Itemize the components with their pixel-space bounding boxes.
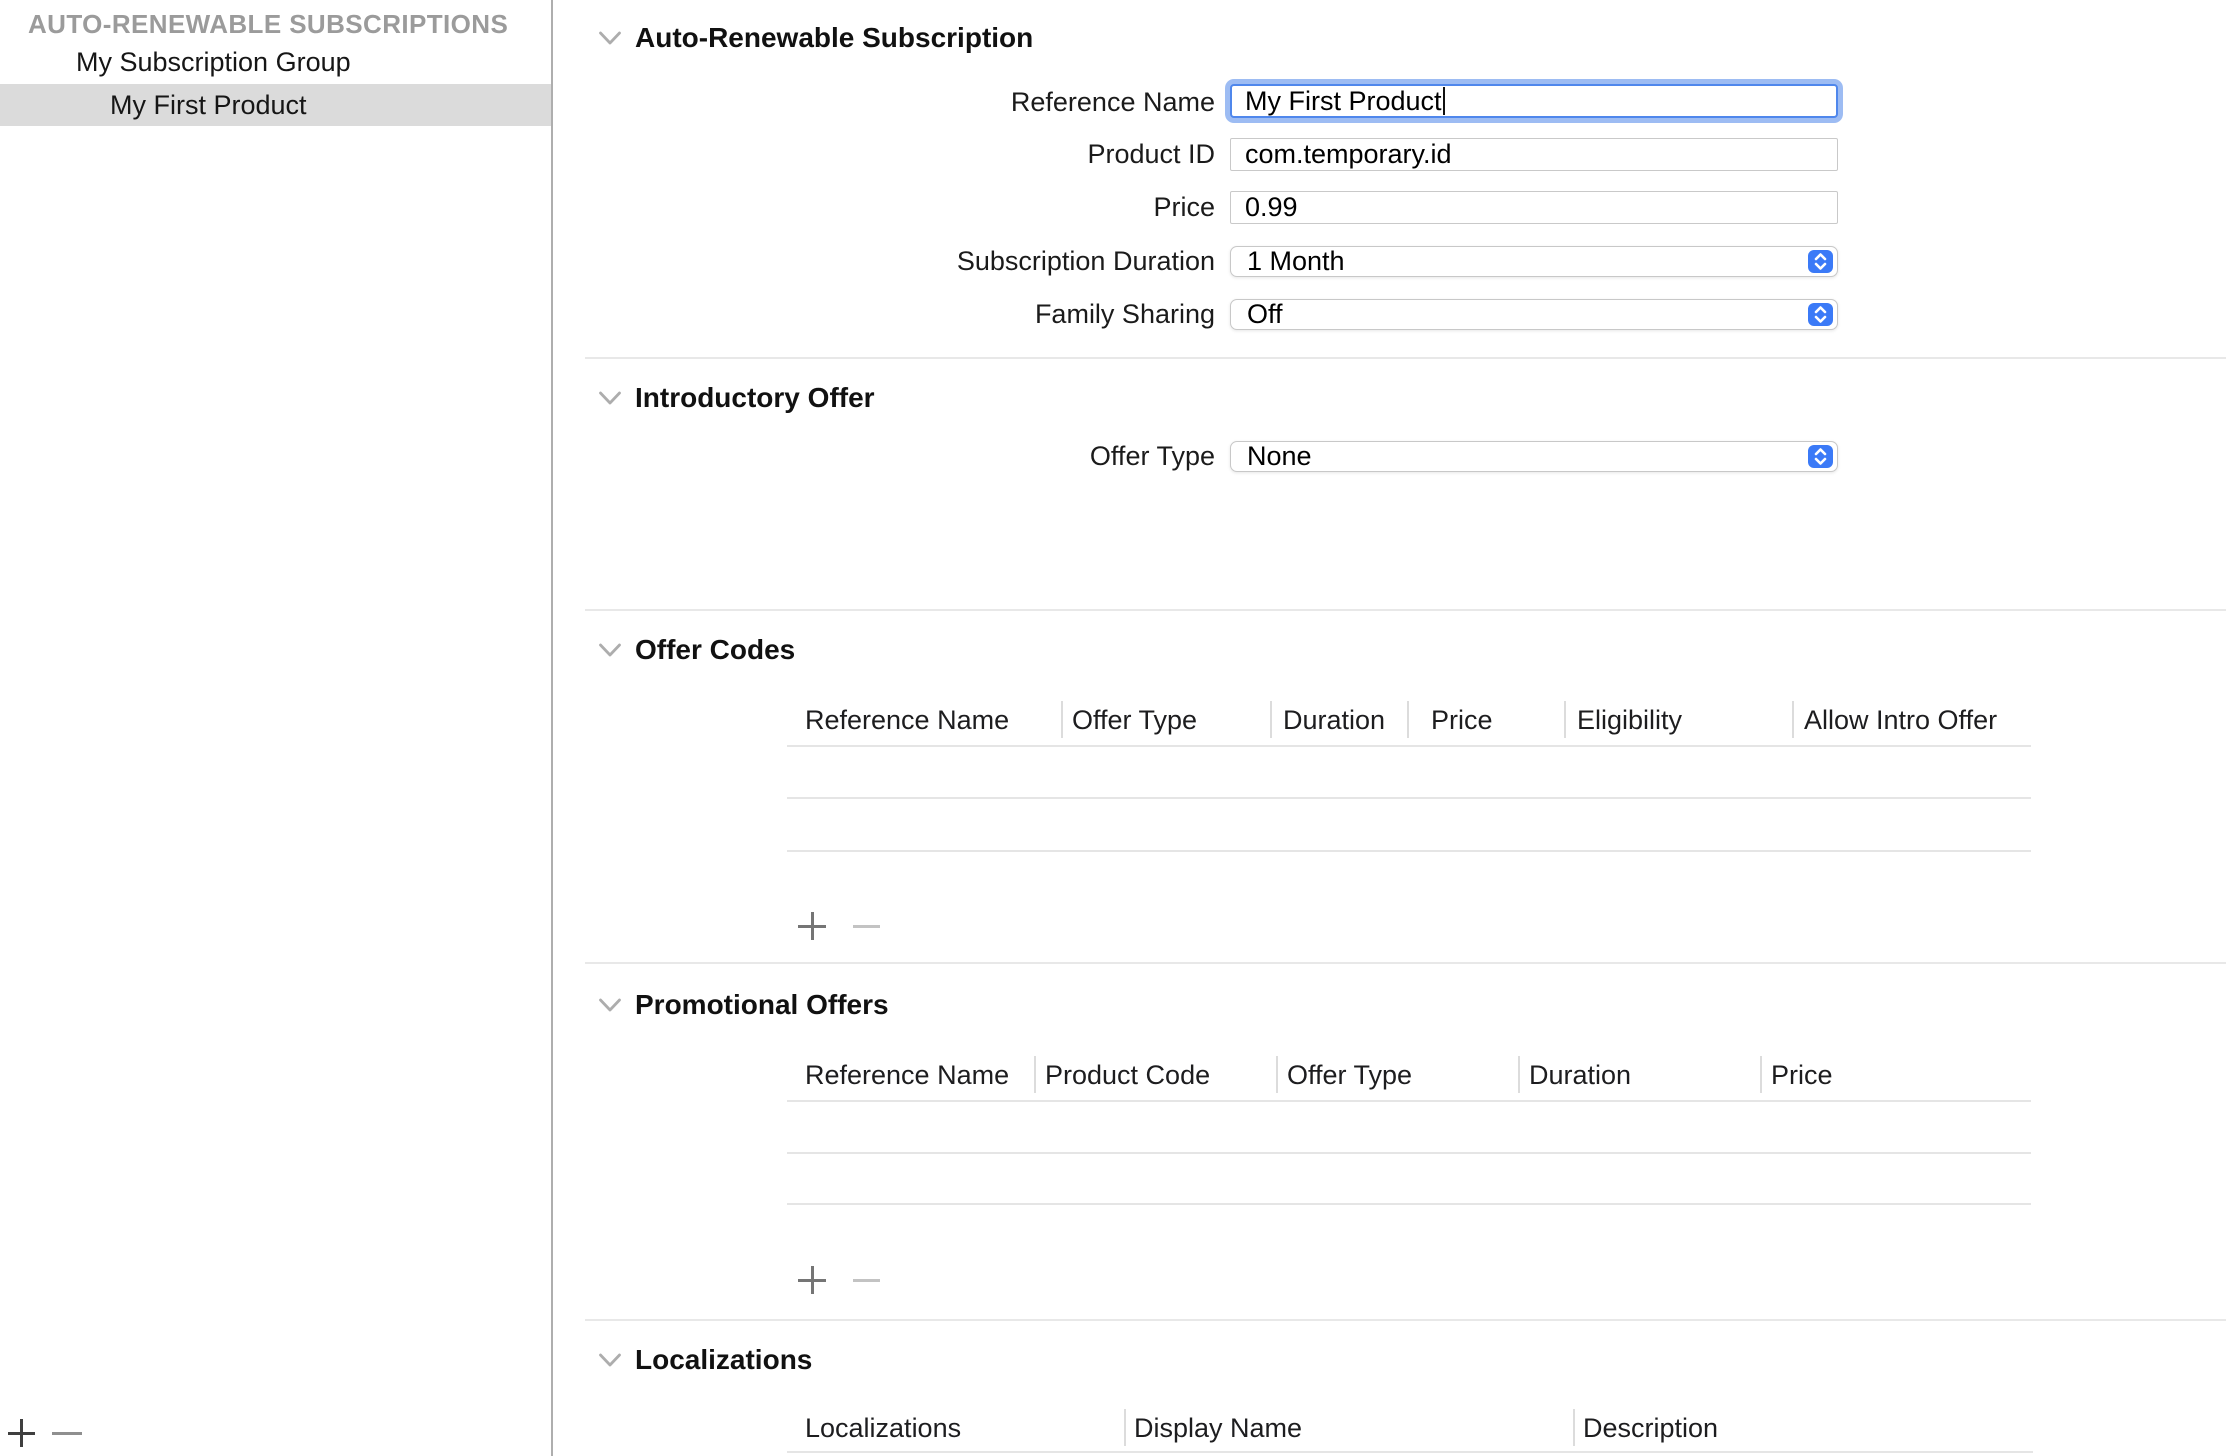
section-title: Promotional Offers [635, 989, 889, 1021]
column-separator[interactable] [1407, 701, 1409, 738]
column-header[interactable]: Reference Name [805, 702, 1009, 738]
field-label-family-sharing: Family Sharing [555, 299, 1215, 330]
section-divider [585, 1319, 2226, 1321]
offer-type-select[interactable]: None [1230, 441, 1838, 472]
table-row-line [787, 797, 2031, 799]
column-separator[interactable] [1061, 701, 1063, 738]
table-row-line [787, 1100, 2031, 1102]
product-id-value: com.temporary.id [1245, 139, 1452, 170]
section-header-promotional-offers[interactable]: Promotional Offers [598, 989, 889, 1021]
column-header[interactable]: Price [1771, 1057, 1833, 1093]
section-title: Introductory Offer [635, 382, 875, 414]
section-header-offer-codes[interactable]: Offer Codes [598, 634, 795, 666]
section-header-introductory-offer[interactable]: Introductory Offer [598, 382, 875, 414]
table-row-line [787, 1451, 2033, 1453]
column-separator[interactable] [1564, 701, 1566, 738]
offer-codes-add-icon[interactable] [798, 912, 826, 940]
promotional-offers-remove-icon[interactable] [853, 1266, 880, 1294]
section-divider [585, 609, 2226, 611]
column-separator[interactable] [1270, 701, 1272, 738]
table-row-line [787, 745, 2031, 747]
text-cursor [1443, 87, 1445, 115]
column-header[interactable]: Display Name [1134, 1410, 1302, 1446]
product-detail-pane: Auto-Renewable Subscription Reference Na… [0, 0, 2226, 1456]
chevron-down-icon[interactable] [598, 1353, 622, 1368]
column-header[interactable]: Eligibility [1577, 702, 1682, 738]
column-separator[interactable] [1034, 1056, 1036, 1093]
section-divider [585, 962, 2226, 964]
chevron-down-icon[interactable] [598, 391, 622, 406]
column-header[interactable]: Duration [1283, 702, 1385, 738]
promotional-offers-add-icon[interactable] [798, 1266, 826, 1294]
field-label-offer-type: Offer Type [555, 441, 1215, 472]
section-header-localizations[interactable]: Localizations [598, 1344, 812, 1376]
offer-type-value: None [1247, 441, 1312, 472]
product-id-input[interactable]: com.temporary.id [1230, 138, 1838, 171]
column-header[interactable]: Product Code [1045, 1057, 1210, 1093]
column-separator[interactable] [1276, 1056, 1278, 1093]
table-row-line [787, 1152, 2031, 1154]
offer-codes-remove-icon[interactable] [853, 912, 880, 940]
section-title: Offer Codes [635, 634, 795, 666]
table-row-line [787, 850, 2031, 852]
table-row-line [787, 1203, 2031, 1205]
section-title: Localizations [635, 1344, 812, 1376]
reference-name-value: My First Product [1245, 86, 1442, 117]
field-label-subscription-duration: Subscription Duration [555, 246, 1215, 277]
subscription-duration-select[interactable]: 1 Month [1230, 246, 1838, 277]
section-title: Auto-Renewable Subscription [635, 22, 1033, 54]
column-separator[interactable] [1573, 1409, 1575, 1446]
column-header[interactable]: Offer Type [1287, 1057, 1412, 1093]
column-header[interactable]: Localizations [805, 1410, 961, 1446]
popup-stepper-icon [1808, 303, 1833, 326]
column-header[interactable]: Allow Intro Offer [1804, 702, 1997, 738]
subscription-duration-value: 1 Month [1247, 246, 1345, 277]
price-input[interactable]: 0.99 [1230, 191, 1838, 224]
chevron-down-icon[interactable] [598, 643, 622, 658]
family-sharing-select[interactable]: Off [1230, 299, 1838, 330]
section-divider [585, 357, 2226, 359]
family-sharing-value: Off [1247, 299, 1283, 330]
column-separator[interactable] [1124, 1409, 1126, 1446]
field-label-product-id: Product ID [555, 138, 1215, 171]
column-header[interactable]: Reference Name [805, 1057, 1009, 1093]
column-header[interactable]: Offer Type [1072, 702, 1197, 738]
column-separator[interactable] [1792, 701, 1794, 738]
column-separator[interactable] [1518, 1056, 1520, 1093]
popup-stepper-icon [1808, 445, 1833, 468]
column-header[interactable]: Description [1583, 1410, 1718, 1446]
section-header-auto-renewable-subscription[interactable]: Auto-Renewable Subscription [598, 22, 1033, 54]
field-label-price: Price [555, 191, 1215, 224]
popup-stepper-icon [1808, 250, 1833, 273]
column-separator[interactable] [1760, 1056, 1762, 1093]
reference-name-input[interactable]: My First Product [1230, 84, 1838, 118]
chevron-down-icon[interactable] [598, 998, 622, 1013]
chevron-down-icon[interactable] [598, 31, 622, 46]
column-header[interactable]: Duration [1529, 1057, 1631, 1093]
column-header[interactable]: Price [1431, 702, 1493, 738]
field-label-reference-name: Reference Name [555, 86, 1215, 118]
price-value: 0.99 [1245, 192, 1298, 223]
